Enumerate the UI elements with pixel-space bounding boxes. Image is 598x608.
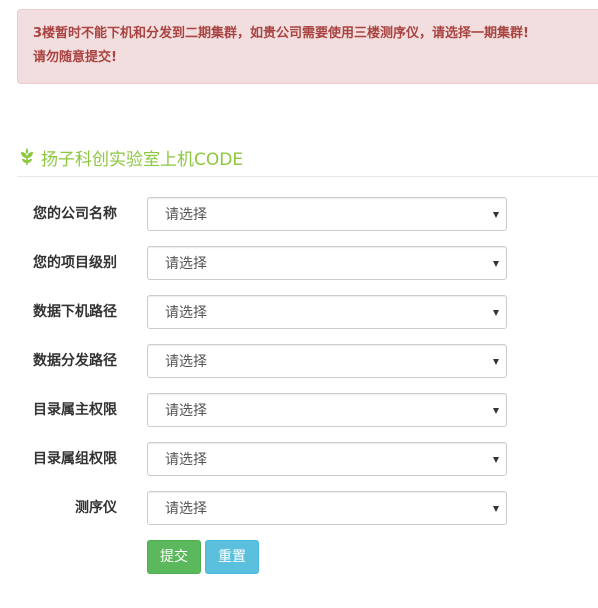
alert-line-2: 请勿随意提交! bbox=[33, 50, 117, 65]
company-select-value: 请选择 bbox=[165, 207, 207, 223]
offline-path-select-value: 请选择 bbox=[165, 305, 207, 321]
form-row-distribution-path: 数据分发路径 请选择 bbox=[0, 344, 598, 378]
caret-down-icon bbox=[493, 359, 499, 365]
group-permission-label: 目录属组权限 bbox=[33, 451, 117, 467]
company-select[interactable]: 请选择 bbox=[147, 197, 507, 231]
caret-down-icon bbox=[493, 457, 499, 463]
sequencer-select-value: 请选择 bbox=[165, 501, 207, 517]
caret-down-icon bbox=[493, 261, 499, 267]
form-row-company: 您的公司名称 请选择 bbox=[0, 197, 598, 231]
group-permission-select-value: 请选择 bbox=[165, 452, 207, 468]
project-level-select-value: 请选择 bbox=[165, 256, 207, 272]
distribution-path-select-value: 请选择 bbox=[165, 354, 207, 370]
submit-button[interactable]: 提交 bbox=[147, 540, 201, 574]
project-level-label: 您的项目级别 bbox=[33, 255, 117, 271]
warning-alert: 3楼暂时不能下机和分发到二期集群，如贵公司需要使用三楼测序仪，请选择一期集群! … bbox=[17, 9, 598, 84]
leaf-icon bbox=[21, 148, 33, 165]
section-title: 扬子科创实验室上机CODE bbox=[19, 144, 243, 170]
project-level-select[interactable]: 请选择 bbox=[147, 246, 507, 280]
form-row-group-permission: 目录属组权限 请选择 bbox=[0, 442, 598, 476]
sequencer-select[interactable]: 请选择 bbox=[147, 491, 507, 525]
company-label: 您的公司名称 bbox=[33, 206, 117, 222]
distribution-path-label: 数据分发路径 bbox=[33, 353, 117, 369]
section-divider bbox=[17, 176, 598, 177]
owner-permission-label: 目录属主权限 bbox=[33, 402, 117, 418]
caret-down-icon bbox=[493, 506, 499, 512]
form-row-project-level: 您的项目级别 请选择 bbox=[0, 246, 598, 280]
form-row-sequencer: 测序仪 请选择 bbox=[0, 491, 598, 525]
owner-permission-select-value: 请选择 bbox=[165, 403, 207, 419]
caret-down-icon bbox=[493, 212, 499, 218]
offline-path-label: 数据下机路径 bbox=[33, 304, 117, 320]
caret-down-icon bbox=[493, 408, 499, 414]
form-row-offline-path: 数据下机路径 请选择 bbox=[0, 295, 598, 329]
owner-permission-select[interactable]: 请选择 bbox=[147, 393, 507, 427]
sequencer-label: 测序仪 bbox=[75, 500, 117, 516]
distribution-path-select[interactable]: 请选择 bbox=[147, 344, 507, 378]
offline-path-select[interactable]: 请选择 bbox=[147, 295, 507, 329]
section-title-text: 扬子科创实验室上机CODE bbox=[41, 149, 244, 170]
group-permission-select[interactable]: 请选择 bbox=[147, 442, 507, 476]
caret-down-icon bbox=[493, 310, 499, 316]
reset-button[interactable]: 重置 bbox=[205, 540, 259, 574]
form-row-owner-permission: 目录属主权限 请选择 bbox=[0, 393, 598, 427]
alert-line-1: 3楼暂时不能下机和分发到二期集群，如贵公司需要使用三楼测序仪，请选择一期集群! bbox=[33, 26, 529, 41]
